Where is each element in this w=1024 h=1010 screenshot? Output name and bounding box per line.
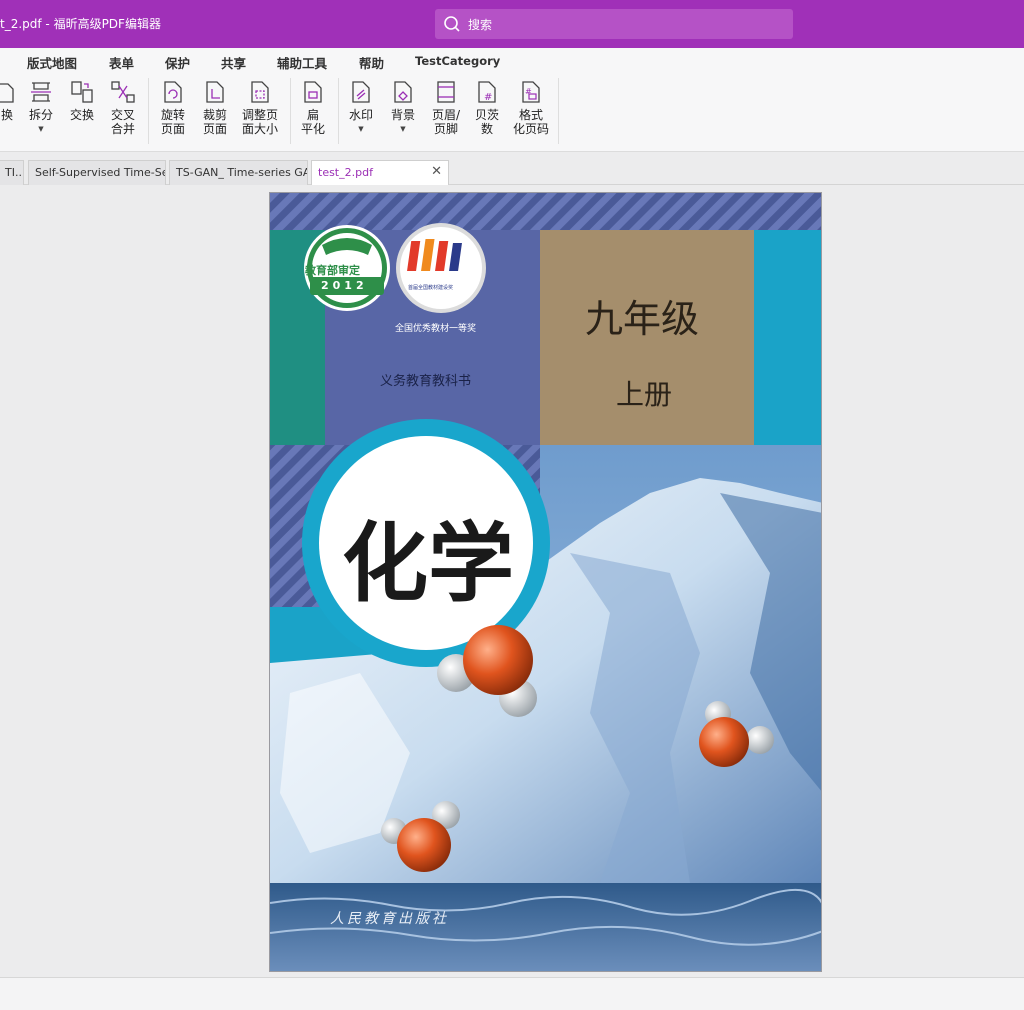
menu-accessibility[interactable]: 辅助工具 [277,53,327,72]
tab-document-2[interactable]: Self-Supervised Time-Se... [28,160,166,185]
volume-title: 上册 [616,378,673,411]
menu-help[interactable]: 帮助 [359,53,384,72]
menu-bar: 版式地图 表单 保护 共享 辅助工具 帮助 TestCategory [0,48,1024,74]
resize-page-button[interactable]: 调整页 面大小 [238,80,282,136]
split-button[interactable]: 拆分 ▼ [26,80,56,136]
format-page-number-icon: # [522,81,540,103]
background-dropdown-icon: ▼ [400,125,406,133]
approval-badge-year: 2012 [321,279,368,292]
cross-merge-button[interactable]: 交叉 合并 [106,80,140,136]
watermark-icon [352,81,370,103]
header-footer-button[interactable]: 页眉/ 页脚 [426,80,466,136]
close-tab-icon[interactable]: ✕ [431,164,442,179]
approval-badge-text: 教育部审定 [305,264,360,277]
bates-number-button[interactable]: # 贝茨 数 [470,80,504,136]
ribbon-divider [558,78,559,144]
menu-forms[interactable]: 表单 [109,53,134,72]
search-icon [443,15,461,37]
crop-page-button[interactable]: 裁剪 页面 [198,80,232,136]
resize-page-icon [251,81,269,103]
window-title: t_2.pdf - 福昕高级PDF编辑器 [0,17,161,31]
background-icon [394,81,412,103]
cross-merge-icon [111,81,135,103]
format-page-number-button[interactable]: # 格式 化页码 [510,80,552,136]
replace-button[interactable]: 换 [0,80,18,122]
swap-pages-icon [71,81,93,103]
ribbon-divider [290,78,291,144]
ribbon-divider [148,78,149,144]
search-placeholder: 搜索 [468,18,493,32]
tab-document-1[interactable]: TI... [0,160,24,185]
bates-number-icon: # [478,81,496,103]
rotate-page-icon [164,81,182,103]
watermark-button[interactable]: 水印 ▼ [344,80,378,136]
tab-test-2-pdf[interactable]: test_2.pdf ✕ [311,160,449,186]
document-tab-bar: TI... Self-Supervised Time-Se... TS-GAN_… [0,152,1024,186]
watermark-dropdown-icon: ▼ [358,125,364,133]
menu-share[interactable]: 共享 [221,53,246,72]
menu-protect[interactable]: 保护 [165,53,190,72]
search-input[interactable]: 搜索 [435,9,793,39]
flatten-icon [304,81,322,103]
series-title: 义务教育教科书 [380,374,472,389]
background-button[interactable]: 背景 ▼ [386,80,420,136]
menu-layout-map[interactable]: 版式地图 [27,53,77,72]
grade-title: 九年级 [585,297,700,341]
status-bar [0,977,1024,1010]
flatten-button[interactable]: 扁 平化 [296,80,330,136]
swap-button[interactable]: 交换 [66,80,98,122]
tab-document-3[interactable]: TS-GAN_ Time-series GA... [169,160,308,185]
publisher-name: 人民教育出版社 [330,911,449,927]
crop-page-icon [206,81,224,103]
award-ring-text: 首届全国教材建设奖 [408,285,454,291]
header-footer-icon [437,81,455,103]
pdf-page[interactable]: 教育部审定 2012 首届全国教材建设奖 全国优秀教材一等奖 义务教育教科书 九… [269,192,822,972]
svg-text:#: # [484,92,492,103]
split-dropdown-icon: ▼ [38,125,44,133]
page-swap-icon [0,83,14,103]
award-caption: 全国优秀教材一等奖 [395,324,477,334]
split-icon [31,82,51,102]
ribbon-divider [338,78,339,144]
menu-test-category[interactable]: TestCategory [415,54,500,68]
subject-title: 化学 [342,513,514,614]
rotate-page-button[interactable]: 旋转 页面 [154,80,192,136]
title-bar: t_2.pdf - 福昕高级PDF编辑器 搜索 [0,0,1024,48]
ribbon-toolbar: 换 拆分 ▼ 交换 交叉 合并 旋转 页面 裁剪 页面 调整页 面大小 扁 平化… [0,74,1024,152]
